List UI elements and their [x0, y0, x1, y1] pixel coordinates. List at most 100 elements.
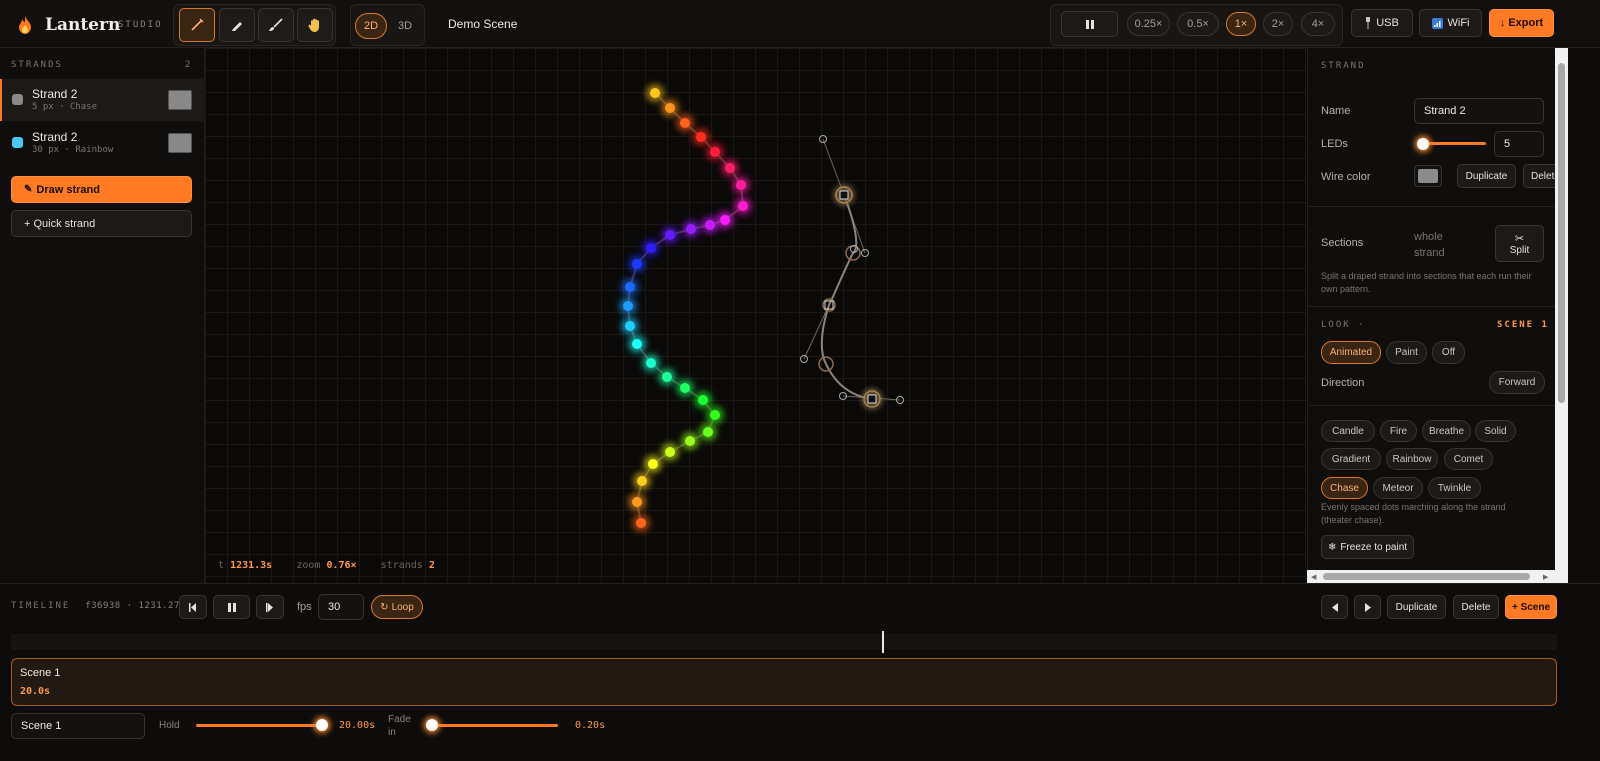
led-dot: [650, 88, 660, 98]
hold-slider-track[interactable]: [196, 724, 322, 727]
look-mode-animated[interactable]: Animated: [1321, 341, 1381, 364]
scrollbar-thumb[interactable]: [1323, 573, 1530, 580]
pencil-icon: ✎: [24, 184, 33, 195]
hold-slider-knob[interactable]: [316, 719, 328, 731]
pattern-breathe[interactable]: Breathe: [1422, 420, 1471, 442]
timeline-header: TIMELINE f36938 · 1231.27s: [11, 601, 186, 611]
fade-label-line: Fade: [388, 714, 411, 725]
snowflake-icon: ❄: [1327, 541, 1337, 553]
view-3d-toggle[interactable]: 3D: [389, 13, 421, 39]
view-2d-toggle[interactable]: 2D: [355, 13, 387, 39]
scene-title: Demo Scene: [448, 17, 518, 31]
step-forward-button[interactable]: [256, 595, 284, 619]
speed-1x[interactable]: 1×: [1226, 12, 1256, 36]
loop-toggle[interactable]: ↻ Loop: [371, 595, 423, 619]
anchor-point[interactable]: [867, 394, 877, 404]
inspector-horizontal-scrollbar[interactable]: ◀ ▶: [1307, 570, 1568, 583]
timeline-panel: TIMELINE f36938 · 1231.27s fps 30 ↻ Loop…: [0, 583, 1600, 761]
freeze-to-paint-button[interactable]: ❄ Freeze to paint: [1321, 535, 1414, 559]
delete-strand-button[interactable]: Delete: [1523, 164, 1555, 188]
wifi-button[interactable]: WiFi: [1419, 9, 1482, 37]
strand-swatch[interactable]: [168, 90, 192, 110]
fade-in-label: Fade in: [388, 713, 411, 739]
name-label: Name: [1321, 105, 1351, 117]
pattern-comet[interactable]: Comet: [1444, 448, 1493, 470]
speed-0.25x[interactable]: 0.25×: [1127, 12, 1170, 36]
led-dot: [680, 383, 690, 393]
flame-logo-icon: [19, 16, 31, 34]
led-dot: [665, 447, 675, 457]
help-line: (theater chase).: [1321, 515, 1385, 525]
wire-color-swatch: [1418, 169, 1438, 183]
pattern-solid[interactable]: Solid: [1475, 420, 1516, 442]
strand-list-item[interactable]: Strand 2 30 px · Rainbow: [0, 122, 205, 164]
add-scene-button[interactable]: + Scene: [1505, 595, 1557, 619]
pattern-fire[interactable]: Fire: [1380, 420, 1417, 442]
scroll-left-arrow-icon[interactable]: ◀: [1311, 573, 1316, 581]
export-button[interactable]: ↓ Export: [1489, 9, 1554, 37]
strand-list-item[interactable]: Strand 2 5 px · Chase: [0, 79, 205, 121]
wire-color-picker[interactable]: [1414, 165, 1442, 187]
strand-name-input[interactable]: Strand 2: [1414, 98, 1544, 124]
timeline-scrubber[interactable]: [11, 634, 1557, 650]
pattern-candle[interactable]: Candle: [1321, 420, 1375, 442]
pattern-chase[interactable]: Chase: [1321, 477, 1368, 499]
led-dot: [648, 459, 658, 469]
pattern-gradient[interactable]: Gradient: [1321, 448, 1381, 470]
duplicate-scene-button[interactable]: Duplicate: [1387, 595, 1446, 619]
next-scene-button[interactable]: [1354, 595, 1381, 619]
led-dot: [665, 230, 675, 240]
speed-0.5x[interactable]: 0.5×: [1177, 12, 1219, 36]
inspector-vertical-scrollbar[interactable]: [1555, 48, 1568, 570]
scene-block[interactable]: Scene 1 20.0s: [11, 658, 1557, 706]
pattern-rainbow[interactable]: Rainbow: [1386, 448, 1438, 470]
scene-name-input[interactable]: Scene 1: [11, 713, 145, 739]
speed-2x[interactable]: 2×: [1263, 12, 1293, 36]
look-mode-off[interactable]: Off: [1432, 341, 1465, 364]
anchor-point[interactable]: [839, 190, 849, 200]
scroll-right-arrow-icon[interactable]: ▶: [1543, 573, 1548, 581]
leds-label: LEDs: [1321, 138, 1348, 150]
timeline-title: TIMELINE: [11, 601, 71, 611]
download-icon: ↓: [1499, 17, 1506, 29]
pattern-meteor[interactable]: Meteor: [1373, 477, 1423, 499]
timeline-pause-button[interactable]: [213, 595, 250, 619]
leds-input[interactable]: 5: [1494, 131, 1544, 157]
divider: [1308, 306, 1555, 307]
bezier-strand[interactable]: [800, 135, 904, 409]
fade-slider-knob[interactable]: [426, 719, 438, 731]
fps-input[interactable]: 30: [318, 594, 364, 620]
playhead[interactable]: [882, 631, 884, 653]
step-forward-icon: [266, 602, 273, 612]
help-line: own pattern.: [1321, 284, 1371, 294]
pattern-twinkle[interactable]: Twinkle: [1428, 477, 1481, 499]
speed-4x[interactable]: 4×: [1301, 12, 1335, 36]
draw-tool-button[interactable]: [179, 8, 215, 42]
prev-scene-button[interactable]: [1321, 595, 1348, 619]
scissors-icon: ✂: [1514, 232, 1525, 245]
strand-swatch[interactable]: [168, 133, 192, 153]
quick-strand-button[interactable]: + Quick strand: [11, 210, 192, 237]
fade-slider-track[interactable]: [432, 724, 558, 727]
hand-tool-button[interactable]: [297, 8, 333, 42]
strand-canvas[interactable]: t 1231.3s zoom 0.76× strands 2: [205, 48, 1307, 583]
pause-button[interactable]: [1061, 11, 1118, 37]
direction-select[interactable]: Forward: [1489, 371, 1545, 394]
draw-strand-button[interactable]: ✎ Draw strand: [11, 176, 192, 203]
look-mode-paint[interactable]: Paint: [1386, 341, 1427, 364]
split-button[interactable]: ✂ Split: [1495, 225, 1544, 262]
pen-tool-button[interactable]: [219, 8, 255, 42]
brush-tool-button[interactable]: [258, 8, 294, 42]
duplicate-strand-button[interactable]: Duplicate: [1457, 164, 1516, 188]
led-dot: [632, 259, 642, 269]
delete-scene-button[interactable]: Delete: [1453, 595, 1499, 619]
leds-slider-track[interactable]: [1421, 142, 1486, 145]
divider: [1308, 206, 1555, 207]
step-back-button[interactable]: [179, 595, 207, 619]
leds-slider-knob[interactable]: [1417, 138, 1429, 150]
usb-button[interactable]: USB: [1351, 9, 1413, 37]
led-dot: [696, 132, 706, 142]
led-dot: [685, 436, 695, 446]
app-subtitle: STUDIO: [118, 20, 163, 30]
scrollbar-thumb[interactable]: [1558, 63, 1565, 403]
